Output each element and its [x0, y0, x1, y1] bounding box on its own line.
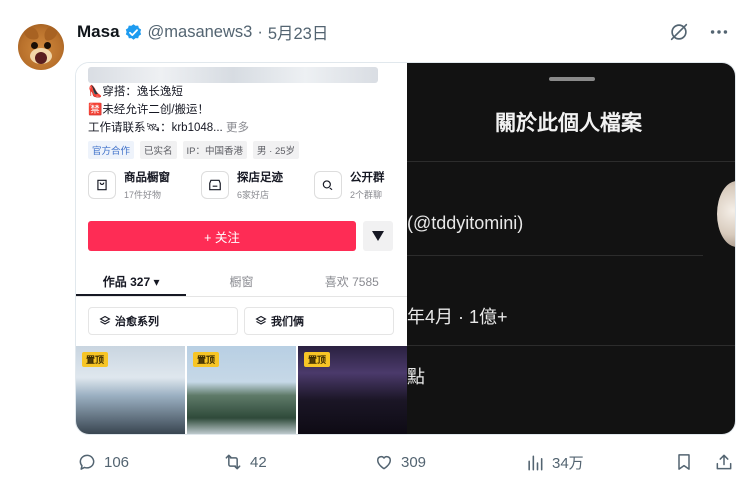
video-grid: 置顶 置顶 置顶	[76, 346, 407, 434]
repost-button[interactable]: 42	[223, 452, 267, 472]
reply-count: 106	[104, 453, 130, 471]
avatar-mouth	[35, 52, 47, 64]
pinned-badge: 置顶	[304, 352, 331, 367]
repost-count: 42	[250, 453, 267, 471]
bio-contact: 工作请联系🛰：krb1048...	[88, 122, 223, 134]
views-button[interactable]: 34万	[525, 452, 584, 473]
profile-photo-peek	[717, 181, 735, 247]
post-actions: 106 42 309 34万	[77, 452, 737, 478]
grok-icon[interactable]	[668, 21, 690, 43]
divider	[407, 255, 703, 256]
chip-label: 我们俩	[271, 316, 304, 328]
feature-title: 公开群	[350, 172, 385, 184]
divider	[407, 161, 735, 162]
collection-chip: 我们俩	[244, 307, 394, 335]
author-avatar[interactable]	[18, 24, 64, 70]
bio-line: 工作请联系🛰：krb1048... 更多	[88, 119, 249, 135]
more-options-icon[interactable]	[708, 21, 730, 43]
bio-line: 🈲未经允许二创/搬运！	[88, 104, 210, 116]
tab-works: 作品 327 ▾	[76, 267, 187, 296]
post-date[interactable]: 5月23日	[268, 20, 329, 44]
pinned-badge: 置顶	[193, 352, 220, 367]
feature-sub: 2个群聊	[350, 190, 383, 200]
profile-location-row: 點	[407, 367, 425, 387]
profile-handle-row: (@tddyitomini)	[407, 213, 524, 233]
pinned-badge: 置顶	[82, 352, 109, 367]
repost-icon	[225, 454, 241, 470]
feature-store-visits: 探店足迹 6家好店	[201, 169, 283, 201]
media-image-left[interactable]: 👠穿搭：逸长逸短 🈲未经允许二创/搬运！ 工作请联系🛰：krb1048... 更…	[76, 63, 407, 434]
chip-label: 治愈系列	[115, 316, 159, 328]
layers-icon	[99, 315, 111, 325]
feature-sub: 6家好店	[237, 190, 270, 200]
chat-group-icon	[314, 171, 342, 199]
like-button[interactable]: 309	[374, 452, 426, 472]
store-icon	[201, 171, 229, 199]
author-handle[interactable]: @masanews3	[148, 23, 253, 42]
feature-title: 探店足迹	[237, 172, 283, 184]
tag-official: 官方合作	[88, 141, 135, 159]
video-thumbnail: 置顶	[298, 346, 407, 434]
blurred-text	[88, 67, 378, 83]
profile-tags: 官方合作 已实名 IP：中国香港 男 · 25岁	[88, 141, 300, 159]
sheet-title: 關於此個人檔案	[495, 112, 642, 135]
avatar-eye-right	[44, 42, 51, 49]
share-button[interactable]	[714, 452, 734, 472]
video-thumbnail: 置顶	[187, 346, 296, 434]
profile-tabs: 作品 327 ▾ 橱窗 喜欢 7585	[76, 267, 407, 297]
more-link: 更多	[225, 122, 249, 134]
bio-line: 👠穿搭：逸长逸短	[88, 86, 183, 98]
layers-icon	[255, 315, 267, 325]
media-image-right[interactable]: 關於此個人檔案 (@tddyitomini) 年4月 · 1億+ 點	[407, 63, 735, 434]
avatar-ear-right	[42, 24, 60, 42]
bookmark-button[interactable]	[674, 452, 694, 472]
divider	[407, 345, 735, 346]
avatar-ear-left	[22, 24, 40, 42]
feature-title: 商品橱窗	[124, 172, 170, 184]
heart-icon	[377, 455, 391, 470]
profile-joined-row: 年4月 · 1億+	[407, 307, 508, 327]
tag-verified: 已实名	[140, 141, 177, 159]
post-header: Masa @masanews3 · 5月23日	[77, 18, 730, 46]
tag-gender-age: 男 · 25岁	[253, 141, 300, 159]
tab-window: 橱窗	[229, 275, 254, 289]
feature-shop-window: 商品橱窗 17件好物	[88, 169, 170, 201]
dropdown-triangle-icon	[363, 221, 393, 251]
share-icon	[716, 454, 732, 470]
reply-icon	[79, 454, 95, 470]
follow-button: + 关注	[88, 221, 356, 251]
collection-chip: 治愈系列	[88, 307, 238, 335]
tag-ip: IP：中国香港	[182, 141, 248, 159]
like-count: 309	[401, 453, 427, 471]
sheet-grab-handle	[549, 77, 595, 81]
reply-button[interactable]: 106	[77, 452, 129, 472]
video-thumbnail: 置顶	[76, 346, 185, 434]
bookmark-icon	[678, 454, 690, 470]
feature-sub: 17件好物	[124, 190, 162, 200]
separator-dot: ·	[257, 22, 263, 41]
header-actions	[668, 18, 730, 46]
view-count: 34万	[552, 455, 584, 472]
analytics-icon	[528, 455, 543, 470]
verified-badge-icon	[125, 23, 141, 40]
avatar-eye-left	[31, 42, 38, 49]
shop-icon	[88, 171, 116, 199]
author-name[interactable]: Masa	[77, 22, 120, 42]
post-media[interactable]: 👠穿搭：逸长逸短 🈲未经允许二创/搬运！ 工作请联系🛰：krb1048... 更…	[75, 62, 736, 435]
tab-likes: 喜欢 7585	[324, 275, 379, 289]
feature-public-group: 公开群 2个群聊	[314, 169, 385, 201]
